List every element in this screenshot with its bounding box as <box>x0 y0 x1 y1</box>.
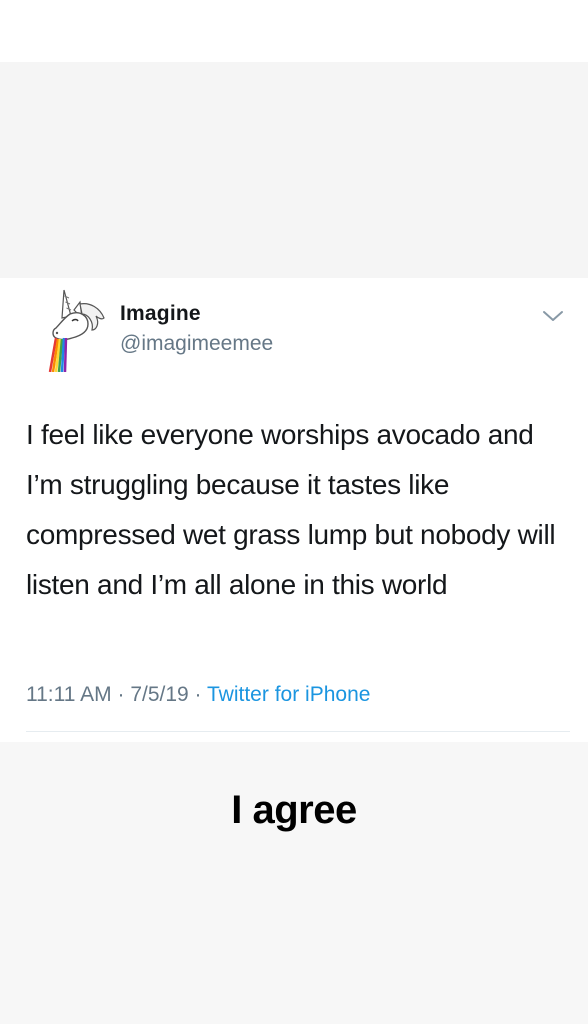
avatar[interactable] <box>44 288 108 373</box>
tweet-source-link[interactable]: Twitter for iPhone <box>207 683 370 706</box>
tweet-date[interactable]: 7/5/19 <box>130 683 188 706</box>
unicorn-rainbow-icon <box>48 289 105 373</box>
meta-separator: · <box>117 683 125 706</box>
tweet-menu-button[interactable] <box>540 306 566 326</box>
meta-separator: · <box>194 683 202 706</box>
divider <box>26 731 570 732</box>
story-top-area <box>0 0 588 62</box>
tweet-meta: 11:11 AM · 7/5/19 · Twitter for iPhone <box>26 683 370 707</box>
chevron-down-icon <box>543 311 563 321</box>
tweet-text: I feel like everyone worships avocado an… <box>26 419 556 600</box>
tweet-time[interactable]: 11:11 AM <box>26 683 112 706</box>
story-background-band <box>0 62 588 278</box>
user-handle[interactable]: @imagimeemee <box>120 332 273 356</box>
display-name[interactable]: Imagine <box>120 302 201 326</box>
story-caption: I agree <box>231 788 357 832</box>
